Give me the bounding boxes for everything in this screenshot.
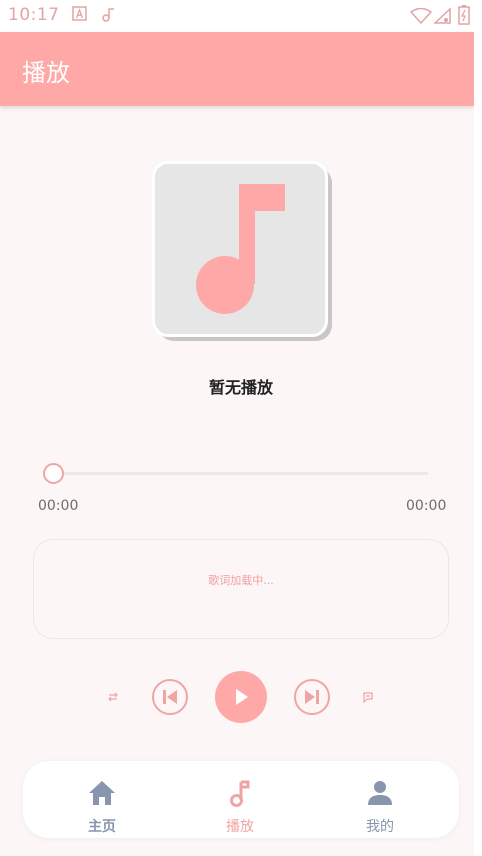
bottom-navigation: 主页 播放 我的 xyxy=(23,761,459,838)
song-title: 暂无播放 xyxy=(208,378,273,397)
progress-track[interactable] xyxy=(53,472,428,475)
previous-button[interactable] xyxy=(151,678,189,716)
font-a-notification-icon xyxy=(72,6,87,21)
screen-edge-strip xyxy=(474,32,482,856)
music-notification-icon xyxy=(102,8,114,22)
play-button[interactable] xyxy=(215,671,267,723)
nav-item-mine[interactable]: 我的 xyxy=(335,761,425,838)
lyrics-placeholder: 歌词加载中... xyxy=(208,574,274,587)
lyrics-panel: 歌词加载中... xyxy=(33,539,449,639)
nav-item-play[interactable]: 播放 xyxy=(195,761,285,838)
status-time: 10:17 xyxy=(8,5,60,25)
album-cover xyxy=(152,161,328,337)
battery-icon xyxy=(458,5,470,25)
person-icon xyxy=(368,781,392,805)
nav-label-mine: 我的 xyxy=(366,819,394,835)
skip-previous-icon xyxy=(152,679,188,715)
progress-thumb[interactable] xyxy=(43,463,64,484)
home-icon xyxy=(89,781,115,805)
signal-icon xyxy=(434,8,451,24)
skip-next-icon xyxy=(294,679,330,715)
page-title: 播放 xyxy=(22,59,70,87)
play-icon xyxy=(215,671,267,723)
total-time: 00:00 xyxy=(406,498,447,514)
music-note-icon xyxy=(230,780,250,807)
repeat-icon[interactable] xyxy=(107,691,119,703)
playlist-icon[interactable] xyxy=(362,691,374,703)
status-bar: 10:17 xyxy=(0,0,482,32)
nav-label-play: 播放 xyxy=(226,819,254,835)
nav-item-home[interactable]: 主页 xyxy=(57,761,147,838)
app-bar: 播放 xyxy=(0,32,474,106)
current-time: 00:00 xyxy=(38,498,79,514)
wifi-icon xyxy=(410,8,432,24)
music-note-icon xyxy=(196,184,285,314)
next-button[interactable] xyxy=(293,678,331,716)
nav-label-home: 主页 xyxy=(88,819,116,835)
